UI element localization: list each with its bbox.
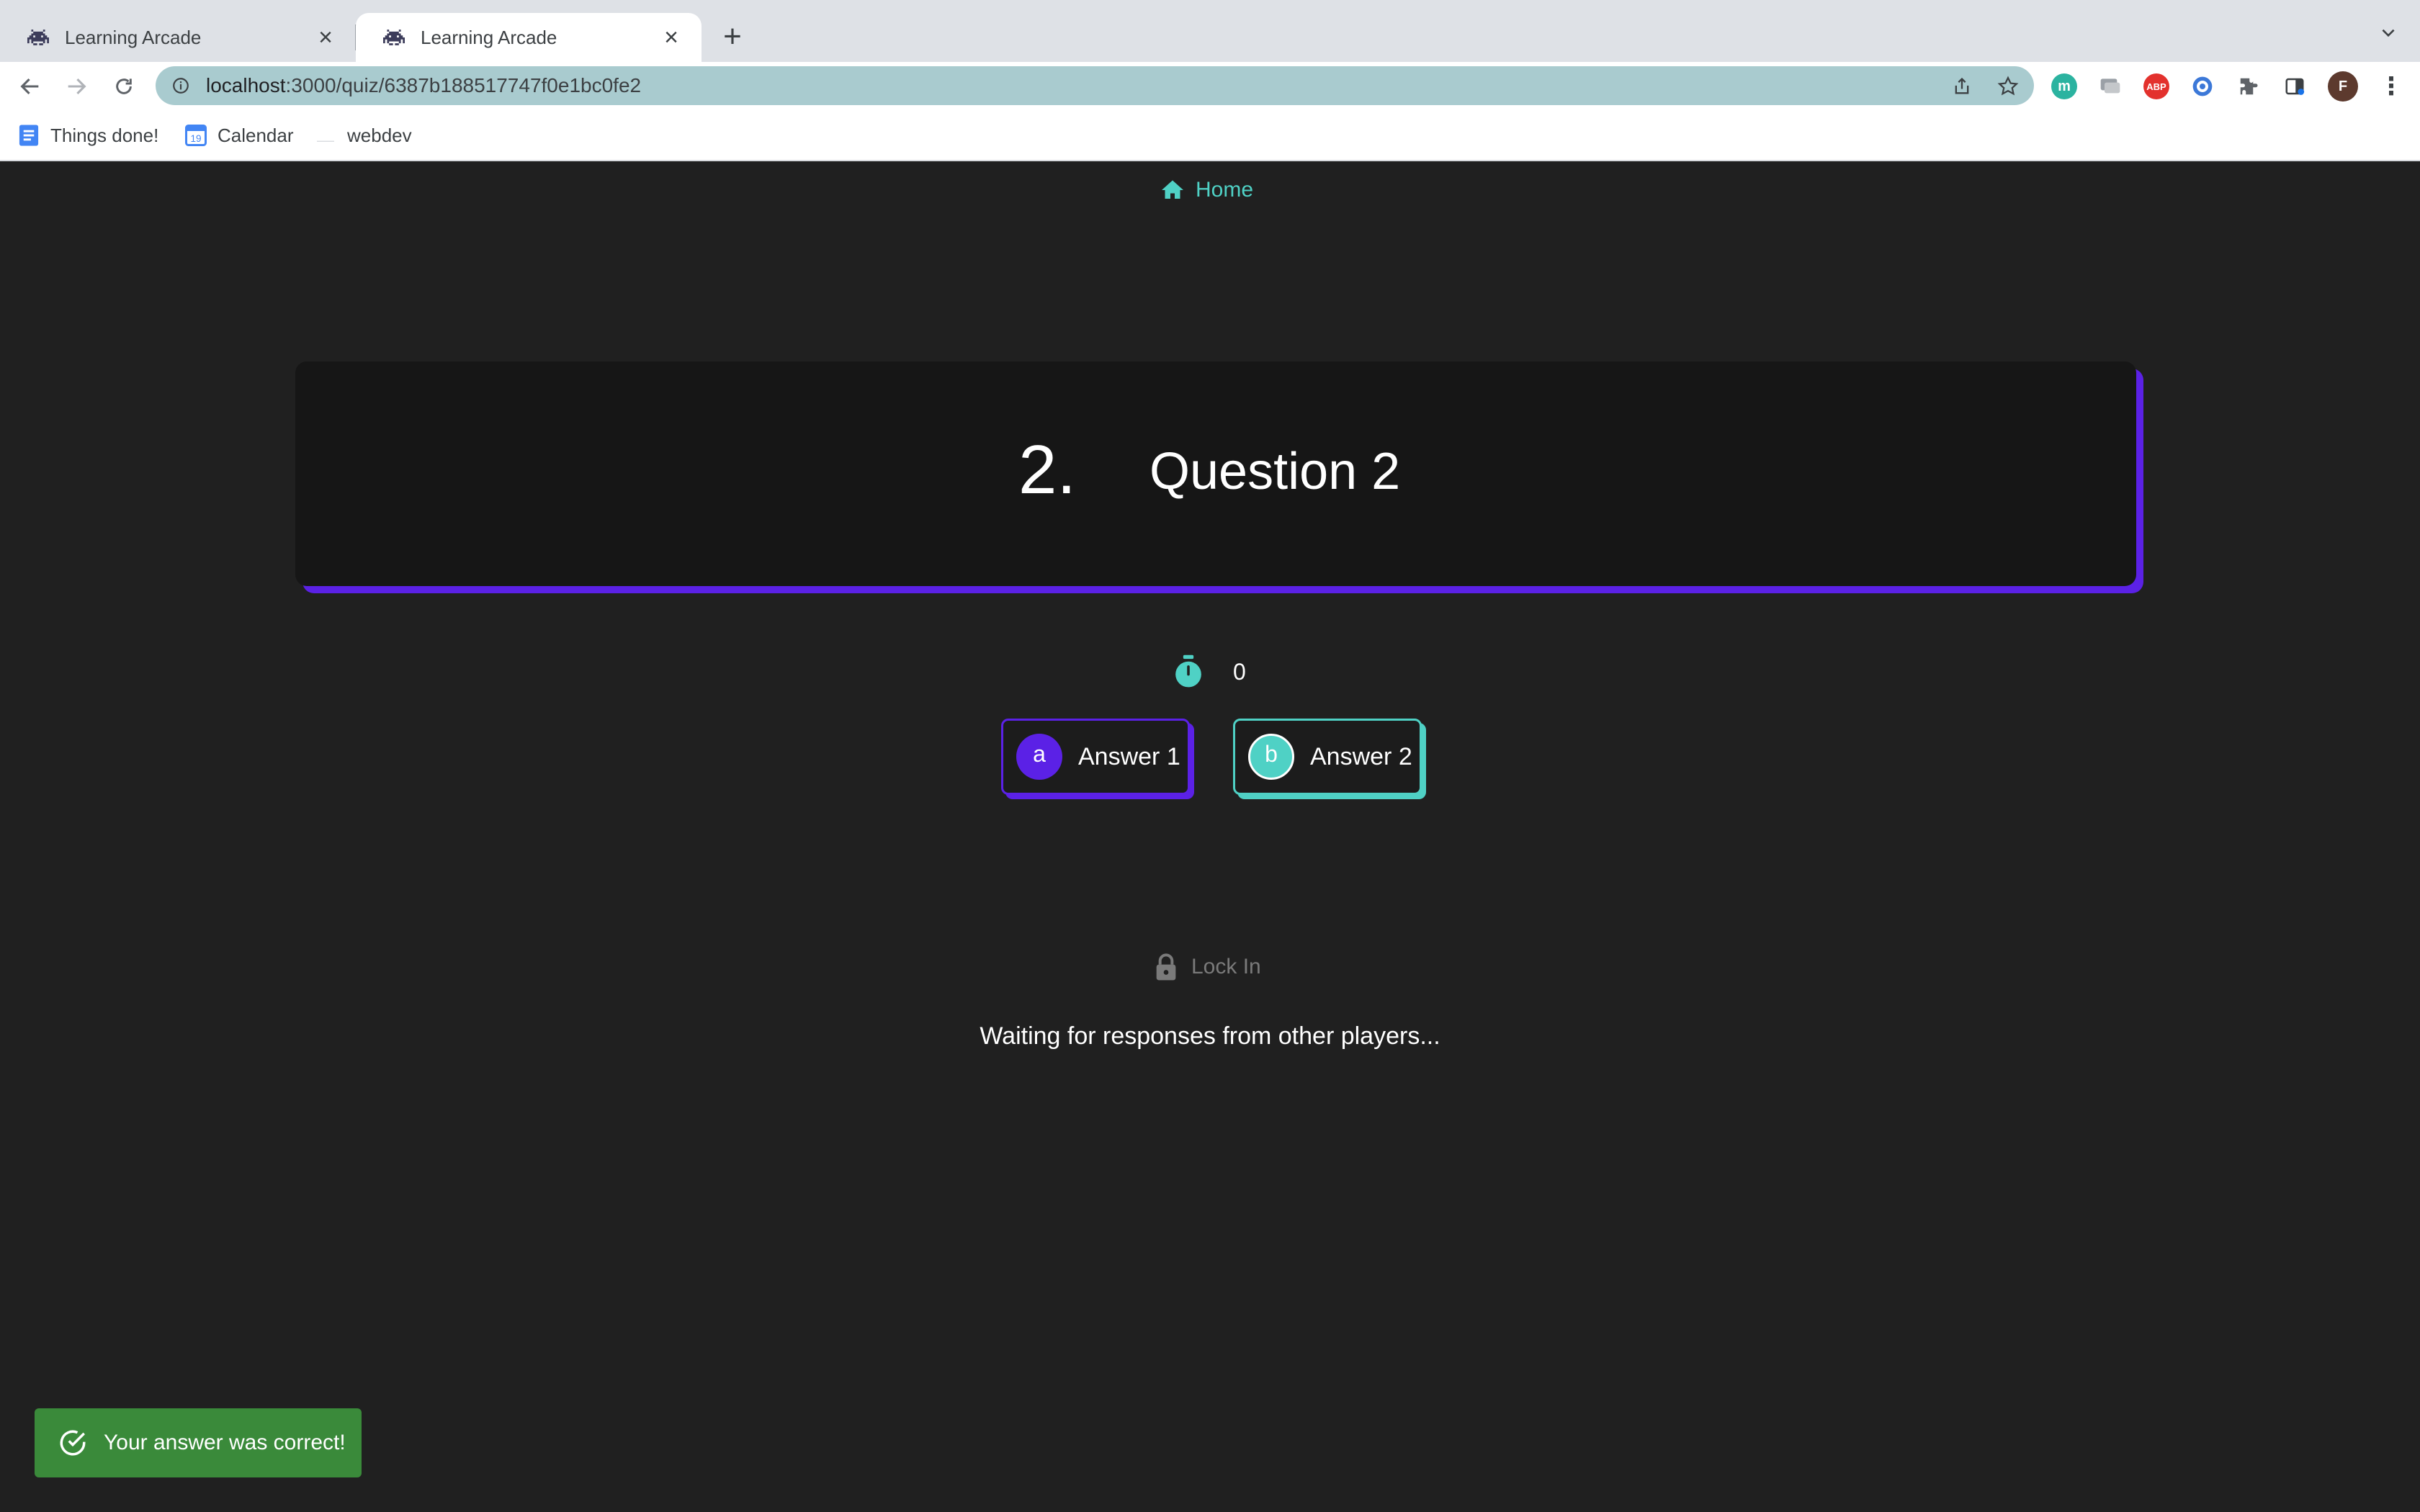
url-text: localhost:3000/quiz/6387b188517747f0e1bc… — [206, 74, 641, 97]
bookmark-label: Things done! — [50, 124, 159, 146]
m-extension-icon[interactable]: m — [2051, 73, 2077, 99]
timer: 0 — [1173, 654, 1246, 690]
menu-kebab-icon[interactable]: ⋮ — [2378, 73, 2404, 100]
check-circle-icon — [60, 1430, 86, 1456]
url-path: :3000/quiz/6387b188517747f0e1bc0fe2 — [285, 74, 642, 96]
close-tab-icon[interactable]: × — [313, 25, 339, 50]
stopwatch-icon — [1175, 654, 1201, 688]
success-toast: Your answer was correct! — [35, 1408, 362, 1477]
tab-learning-arcade-2[interactable]: Learning Arcade × — [356, 13, 702, 62]
answer-label: Answer 1 — [1078, 742, 1180, 770]
home-icon — [1162, 180, 1183, 199]
bookmark-label: webdev — [347, 124, 412, 146]
home-link[interactable]: Home — [1160, 174, 1253, 206]
status-message: Waiting for responses from other players… — [980, 1022, 1440, 1050]
timer-value: 0 — [1233, 658, 1246, 685]
tab-title: Learning Arcade — [65, 26, 202, 48]
docs-icon — [17, 124, 40, 147]
answer-letter-badge: b — [1248, 734, 1294, 780]
question-card: 2. Question 2 — [295, 361, 2136, 586]
home-label: Home — [1196, 178, 1254, 202]
svg-text:19: 19 — [190, 133, 201, 144]
space-invader-icon — [382, 25, 406, 50]
calendar-icon: 19 — [184, 124, 207, 147]
back-arrow-icon[interactable] — [12, 68, 49, 105]
new-tab-icon[interactable]: + — [713, 20, 752, 53]
forward-arrow-icon[interactable] — [58, 68, 95, 105]
folder-icon — [314, 124, 337, 147]
lock-in-button[interactable]: Lock In — [1154, 949, 1261, 985]
tab-search-chevron-icon[interactable] — [2374, 22, 2403, 50]
bookmark-label: Calendar — [218, 124, 294, 146]
question-text: Question 2 — [1150, 443, 1401, 500]
side-panel-icon[interactable] — [2282, 73, 2308, 99]
space-invader-icon — [26, 25, 50, 50]
lock-icon — [1156, 953, 1176, 981]
tab-learning-arcade-1[interactable]: Learning Arcade × — [0, 13, 356, 62]
bookmark-webdev[interactable]: webdev — [314, 121, 412, 150]
puzzle-extensions-icon[interactable] — [2236, 73, 2262, 99]
toast-message: Your answer was correct! — [104, 1431, 346, 1454]
reload-icon[interactable] — [105, 68, 143, 105]
blue-extension-icon[interactable] — [2190, 73, 2215, 99]
close-tab-icon[interactable]: × — [658, 25, 684, 50]
bookmark-calendar[interactable]: 19 Calendar — [184, 121, 294, 150]
answer-option-b[interactable]: b Answer 2 — [1233, 719, 1422, 795]
answer-option-a[interactable]: a Answer 1 — [1001, 719, 1190, 795]
profile-avatar[interactable]: F — [2328, 71, 2358, 102]
answer-letter-badge: a — [1016, 734, 1062, 780]
answer-label: Answer 2 — [1310, 742, 1412, 770]
quiz-page: Home 2. Question 2 0 a Answer 1 b Answer… — [0, 161, 2420, 1512]
tab-strip: Learning Arcade × Learning Arcade × + — [0, 0, 2420, 62]
share-icon[interactable] — [1949, 73, 1975, 99]
site-info-icon[interactable] — [170, 75, 192, 96]
url-host: localhost — [206, 74, 286, 96]
tab-title: Learning Arcade — [421, 26, 557, 48]
bookmark-things-done[interactable]: Things done! — [17, 121, 158, 150]
adblock-icon[interactable]: ABP — [2143, 73, 2169, 99]
bookmark-star-icon[interactable] — [1995, 73, 2021, 99]
lock-in-label: Lock In — [1191, 955, 1261, 978]
question-number: 2. — [1018, 431, 1077, 508]
chat-extension-icon[interactable] — [2097, 73, 2123, 99]
address-bar[interactable]: localhost:3000/quiz/6387b188517747f0e1bc… — [156, 66, 2034, 105]
bookmarks-bar: Things done! 19 Calendar webdev — [0, 109, 2420, 161]
